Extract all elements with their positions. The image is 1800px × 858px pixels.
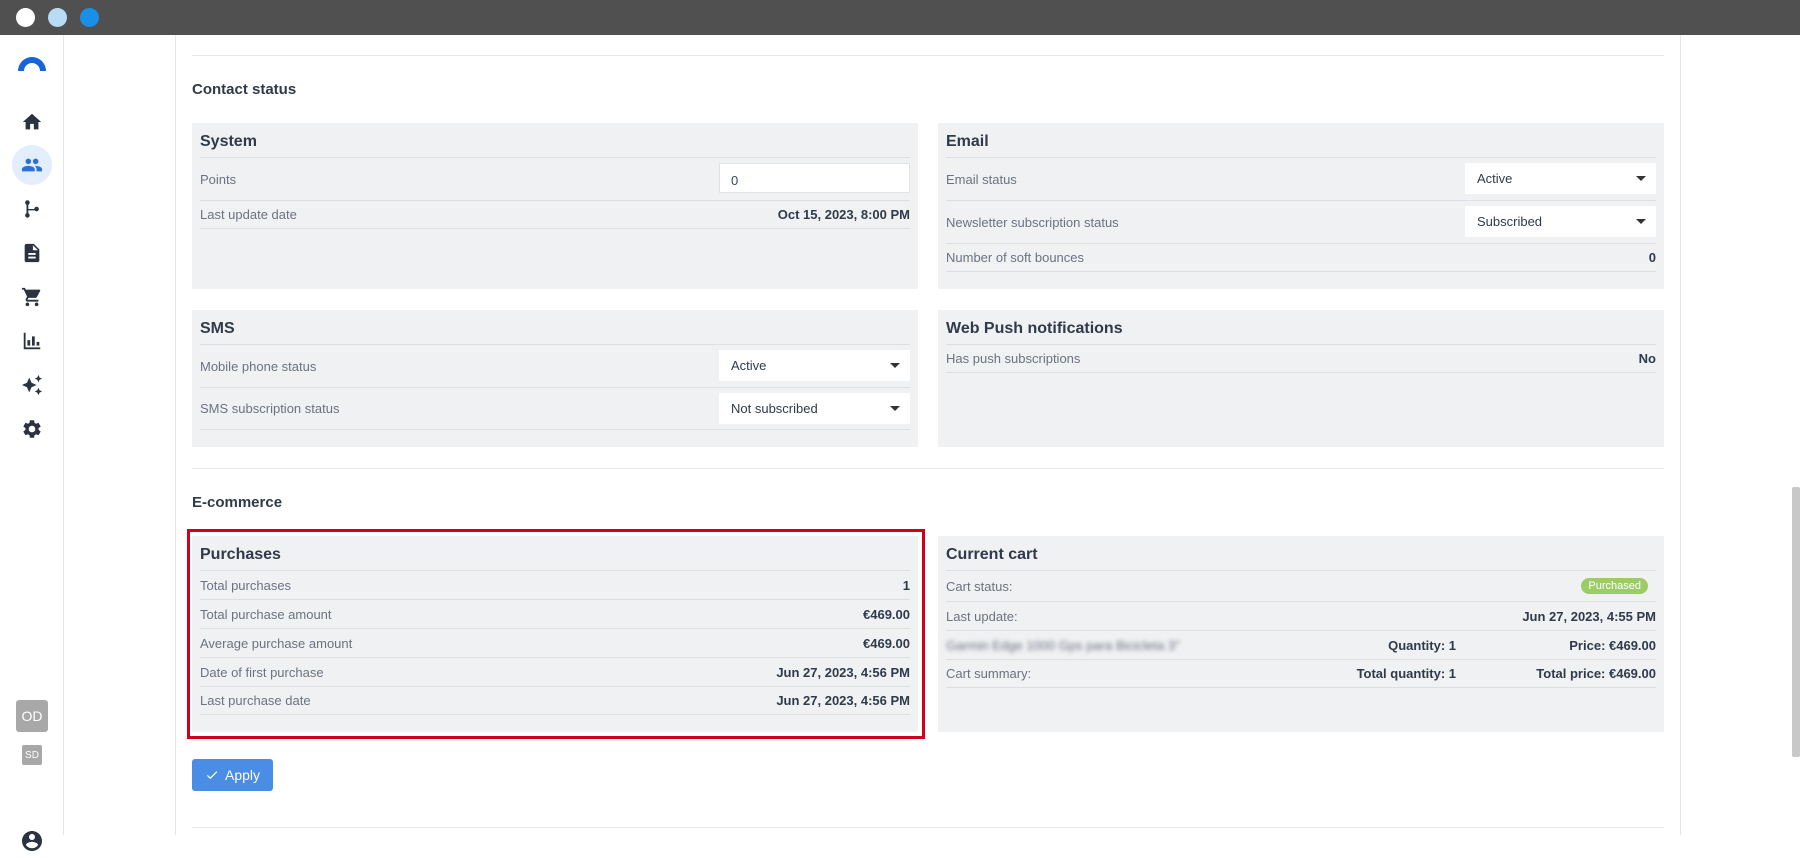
soft-bounces-label: Number of soft bounces bbox=[946, 250, 1085, 265]
window-maximize-button[interactable] bbox=[80, 8, 99, 27]
ecommerce-title: E-commerce bbox=[192, 494, 283, 511]
cart-icon[interactable] bbox=[17, 282, 47, 312]
cart-summary-row: Cart summary: Total quantity: 1 Total pr… bbox=[946, 659, 1656, 688]
system-panel: System Points 0 Last update date Oct 15,… bbox=[192, 123, 918, 289]
divider bbox=[192, 827, 1664, 828]
cart-last-update-value: Jun 27, 2023, 4:55 PM bbox=[1522, 608, 1656, 624]
cart-summary-label: Cart summary: bbox=[946, 666, 1032, 681]
sms-title: SMS bbox=[200, 320, 235, 337]
soft-bounces-value: 0 bbox=[1648, 250, 1656, 265]
avatar-od[interactable]: OD bbox=[16, 700, 48, 732]
contacts-icon[interactable] bbox=[12, 145, 52, 185]
apply-button-label: Apply bbox=[224, 767, 261, 783]
divider bbox=[192, 468, 1664, 469]
account-circle-icon[interactable] bbox=[20, 829, 44, 853]
last-update-label: Last update date bbox=[200, 207, 297, 222]
check-icon bbox=[206, 771, 218, 780]
chevron-down-icon bbox=[890, 363, 900, 368]
sidebar: OD SD bbox=[0, 35, 64, 851]
sms-panel: SMS Mobile phone status Active SMS subsc… bbox=[192, 310, 918, 447]
mobile-status-select[interactable]: Active bbox=[719, 350, 910, 381]
document-icon[interactable] bbox=[17, 238, 47, 268]
sms-subscription-select[interactable]: Not subscribed bbox=[719, 393, 910, 424]
soft-bounces-row: Number of soft bounces 0 bbox=[946, 243, 1656, 272]
purchases-highlight-box bbox=[187, 529, 925, 739]
apply-button[interactable]: Apply bbox=[192, 759, 273, 791]
last-update-row: Last update date Oct 15, 2023, 8:00 PM bbox=[200, 200, 910, 229]
cart-summary-price: Total price: €469.00 bbox=[1536, 666, 1656, 681]
home-icon[interactable] bbox=[17, 107, 47, 137]
sms-subscription-value: Not subscribed bbox=[731, 401, 818, 416]
app-logo-icon[interactable] bbox=[16, 53, 48, 73]
has-push-label: Has push subscriptions bbox=[946, 351, 1081, 366]
web-push-panel: Web Push notifications Has push subscrip… bbox=[938, 310, 1664, 447]
has-push-value: No bbox=[1638, 351, 1656, 366]
ai-sparkle-icon[interactable] bbox=[17, 370, 47, 400]
has-push-row: Has push subscriptions No bbox=[946, 344, 1656, 373]
scrollbar-thumb[interactable] bbox=[1792, 487, 1800, 757]
last-update-value: Oct 15, 2023, 8:00 PM bbox=[777, 207, 910, 222]
points-input[interactable]: 0 bbox=[719, 163, 910, 193]
workflow-icon[interactable] bbox=[17, 194, 47, 224]
newsletter-value: Subscribed bbox=[1477, 214, 1543, 229]
email-panel: Email Email status Active Newsletter sub… bbox=[938, 123, 1664, 289]
cart-status-row: Cart status: Purchased bbox=[946, 570, 1656, 601]
cart-status-label: Cart status: bbox=[946, 578, 1013, 594]
chevron-down-icon bbox=[1636, 176, 1646, 181]
newsletter-select[interactable]: Subscribed bbox=[1465, 206, 1656, 237]
chevron-down-icon bbox=[1636, 219, 1646, 224]
cart-item-price: Price: €469.00 bbox=[1569, 637, 1656, 653]
contact-status-title: Contact status bbox=[192, 81, 297, 98]
cart-last-update-row: Last update: Jun 27, 2023, 4:55 PM bbox=[946, 601, 1656, 630]
divider bbox=[192, 55, 1664, 56]
email-title: Email bbox=[946, 133, 989, 150]
cart-item-link[interactable]: Garmin Edge 1000 Gps para Bicicleta 3" bbox=[946, 638, 1266, 653]
gear-icon[interactable] bbox=[17, 414, 47, 444]
chevron-down-icon bbox=[890, 406, 900, 411]
cart-status-badge: Purchased bbox=[1581, 578, 1648, 594]
chart-icon[interactable] bbox=[17, 326, 47, 356]
window-minimize-button[interactable] bbox=[48, 8, 67, 27]
system-title: System bbox=[200, 133, 257, 150]
mobile-status-value: Active bbox=[731, 358, 767, 373]
email-status-select[interactable]: Active bbox=[1465, 163, 1656, 194]
current-cart-title: Current cart bbox=[946, 546, 1038, 563]
cart-summary-quantity: Total quantity: 1 bbox=[1356, 666, 1456, 681]
cart-item-row: Garmin Edge 1000 Gps para Bicicleta 3" Q… bbox=[946, 630, 1656, 659]
cart-item-quantity: Quantity: 1 bbox=[1388, 637, 1456, 653]
web-push-title: Web Push notifications bbox=[946, 320, 1123, 337]
email-status-value: Active bbox=[1477, 171, 1513, 186]
cart-last-update-label: Last update: bbox=[946, 608, 1018, 624]
window-close-button[interactable] bbox=[16, 8, 35, 27]
current-cart-panel: Current cart Cart status: Purchased Last… bbox=[938, 536, 1664, 732]
window-titlebar bbox=[0, 0, 1800, 35]
avatar-sd[interactable]: SD bbox=[22, 745, 42, 765]
